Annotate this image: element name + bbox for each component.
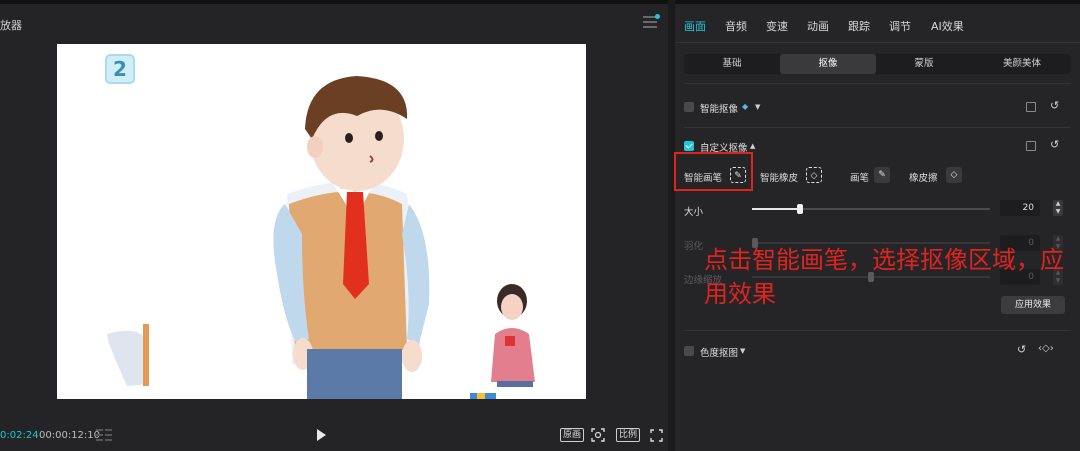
diamond-icon: ◆ <box>742 102 749 111</box>
original-button[interactable]: 原画 <box>560 428 585 442</box>
eraser-icon[interactable]: ◇ <box>946 167 962 183</box>
tab-tracking[interactable]: 跟踪 <box>848 18 870 34</box>
brush-icon[interactable]: ✎ <box>874 167 890 183</box>
keyframe-icon[interactable] <box>1026 141 1036 151</box>
total-time: 00:00:12:10 <box>39 430 101 441</box>
feather-label: 羽化 <box>684 241 704 252</box>
tab-adjust[interactable]: 调节 <box>889 18 911 34</box>
preview-canvas[interactable]: 2 <box>57 44 586 399</box>
chroma-key-label: 色度抠图 <box>700 348 739 359</box>
properties-panel: 画面 音频 变速 动画 跟踪 调节 AI效果 基础 抠像 蒙版 美颜美体 智能抠… <box>675 0 1080 451</box>
player-title: 放器 <box>0 19 22 32</box>
character-boy-illustration <box>107 76 535 399</box>
play-icon[interactable] <box>317 429 326 441</box>
chevron-down-icon[interactable]: ▼ <box>740 347 745 355</box>
size-stepper[interactable]: ▲ ▼ <box>1053 200 1063 216</box>
smart-matting-checkbox[interactable] <box>684 102 694 112</box>
chevron-down-icon[interactable]: ▼ <box>755 103 760 111</box>
section-divider <box>684 127 1071 128</box>
reset-icon[interactable]: ↺ <box>1017 343 1026 356</box>
subtab-matting[interactable]: 抠像 <box>780 54 876 74</box>
eraser-label[interactable]: 橡皮擦 <box>909 170 938 184</box>
ratio-button[interactable]: 比例 <box>616 428 641 442</box>
size-value-field[interactable]: 20 <box>1000 200 1040 216</box>
brush-label[interactable]: 画笔 <box>850 170 869 184</box>
tab-animation[interactable]: 动画 <box>807 18 829 34</box>
player-panel: 放器 2 0:02:24 00:00:12:10 原画 比例 <box>0 0 668 451</box>
fullscreen-icon[interactable] <box>650 429 663 442</box>
smart-eraser-icon[interactable]: ◇ <box>806 167 822 183</box>
matting-subtabs: 基础 抠像 蒙版 美颜美体 <box>684 54 1071 74</box>
chevron-up-icon[interactable]: ▲ <box>750 142 755 150</box>
subtab-beauty[interactable]: 美颜美体 <box>974 54 1070 74</box>
tutorial-annotation: 点击智能画笔，选择抠像区域，应用效果 <box>704 246 1064 308</box>
highlight-box <box>674 152 753 191</box>
tab-speed[interactable]: 变速 <box>766 18 788 34</box>
size-label: 大小 <box>684 207 704 218</box>
property-tabs: 画面 音频 变速 动画 跟踪 调节 AI效果 <box>675 18 1080 36</box>
section-divider <box>684 330 1071 331</box>
size-slider-fill <box>752 208 800 210</box>
size-slider-thumb[interactable] <box>797 204 803 214</box>
app-window: 放器 2 0:02:24 00:00:12:10 原画 比例 画面 音频 变速 … <box>0 0 1080 451</box>
keyframe-nav-icon[interactable]: ‹◇› <box>1038 343 1054 354</box>
tabs-divider <box>675 42 1080 43</box>
current-time: 0:02:24 <box>0 430 39 441</box>
custom-matting-checkbox[interactable] <box>684 141 694 151</box>
smart-matting-label: 智能抠像 <box>700 104 739 115</box>
smart-eraser-label[interactable]: 智能橡皮 <box>760 170 798 184</box>
timeline-grid-icon[interactable] <box>96 429 112 441</box>
section-divider <box>684 83 1071 84</box>
subtab-mask[interactable]: 蒙版 <box>876 54 972 74</box>
tab-picture[interactable]: 画面 <box>684 18 706 34</box>
notification-dot <box>655 14 660 19</box>
chroma-key-checkbox[interactable] <box>684 346 694 356</box>
keyframe-icon[interactable] <box>1026 102 1036 112</box>
reset-icon[interactable]: ↺ <box>1050 138 1059 151</box>
reset-icon[interactable]: ↺ <box>1050 99 1059 112</box>
tab-audio[interactable]: 音频 <box>725 18 747 34</box>
tab-ai-effects[interactable]: AI效果 <box>931 18 964 34</box>
subtab-basic[interactable]: 基础 <box>684 54 780 74</box>
fullscreen-crop-icon[interactable] <box>591 428 605 442</box>
